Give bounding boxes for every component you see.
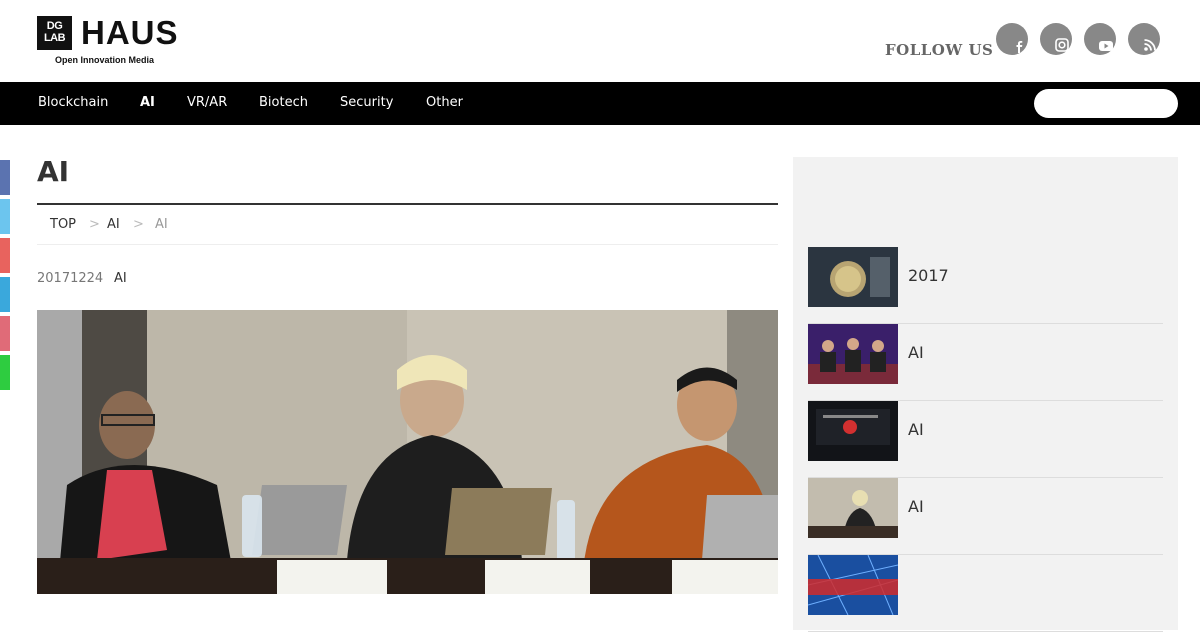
article-title: AI [908, 420, 924, 439]
logo-mark: DG LAB [37, 16, 72, 50]
breadcrumb-top-link[interactable]: TOP [50, 217, 76, 232]
nav-item-biotech[interactable]: Biotech [259, 95, 308, 110]
hero-image [37, 310, 778, 594]
site-header: DG LAB HAUS Open Innovation Media FOLLOW … [0, 0, 1200, 82]
youtube-icon[interactable] [1084, 23, 1116, 55]
article-title: 2017 [908, 266, 949, 285]
instagram-icon[interactable] [1040, 23, 1072, 55]
main-nav: Blockchain AI VR/AR Biotech Security Oth… [0, 82, 1200, 125]
article-thumbnail [808, 478, 898, 538]
sidebar-related: 2017 AI AI AI [793, 157, 1178, 632]
facebook-icon[interactable] [996, 23, 1028, 55]
sidebar-article[interactable]: 2017 [808, 247, 1163, 324]
logo-wordmark: HAUS [81, 14, 179, 51]
article-thumbnail [808, 555, 898, 615]
breadcrumb-separator: > [133, 217, 144, 232]
search-input[interactable] [1034, 89, 1178, 118]
share-facebook-button[interactable] [0, 160, 10, 195]
nav-item-other[interactable]: Other [426, 95, 463, 110]
title-divider [37, 203, 778, 205]
sidebar-article[interactable]: AI [808, 478, 1163, 555]
share-googleplus-button[interactable] [0, 238, 10, 273]
article-category-link[interactable]: AI [114, 271, 127, 286]
article-title: AI [908, 497, 924, 516]
follow-us-label: FOLLOW US [885, 41, 994, 59]
sidebar-article[interactable]: AI [808, 324, 1163, 401]
article-title: AI [908, 343, 924, 362]
logo-tagline: Open Innovation Media [55, 55, 155, 65]
nav-item-security[interactable]: Security [340, 95, 393, 110]
article-thumbnail [808, 247, 898, 307]
breadcrumb-category-link[interactable]: AI [107, 217, 120, 232]
site-logo[interactable]: DG LAB HAUS Open Innovation Media [37, 14, 179, 68]
share-hatena-button[interactable] [0, 277, 10, 312]
nav-item-blockchain[interactable]: Blockchain [38, 95, 108, 110]
sidebar-article[interactable] [808, 555, 1163, 632]
breadcrumb-current: AI [155, 217, 168, 232]
nav-item-ai[interactable]: AI [140, 95, 155, 110]
page-title: AI [37, 155, 70, 188]
share-twitter-button[interactable] [0, 199, 10, 234]
article-thumbnail [808, 324, 898, 384]
share-pocket-button[interactable] [0, 316, 10, 351]
share-line-button[interactable] [0, 355, 10, 390]
article-date: 20171224 [37, 271, 104, 286]
rss-icon[interactable] [1128, 23, 1160, 55]
sidebar-article[interactable]: AI [808, 401, 1163, 478]
article-thumbnail [808, 401, 898, 461]
nav-item-vr-ar[interactable]: VR/AR [187, 95, 227, 110]
breadcrumb-separator: > [89, 217, 100, 232]
breadcrumb: TOP > AI > AI [37, 206, 778, 245]
